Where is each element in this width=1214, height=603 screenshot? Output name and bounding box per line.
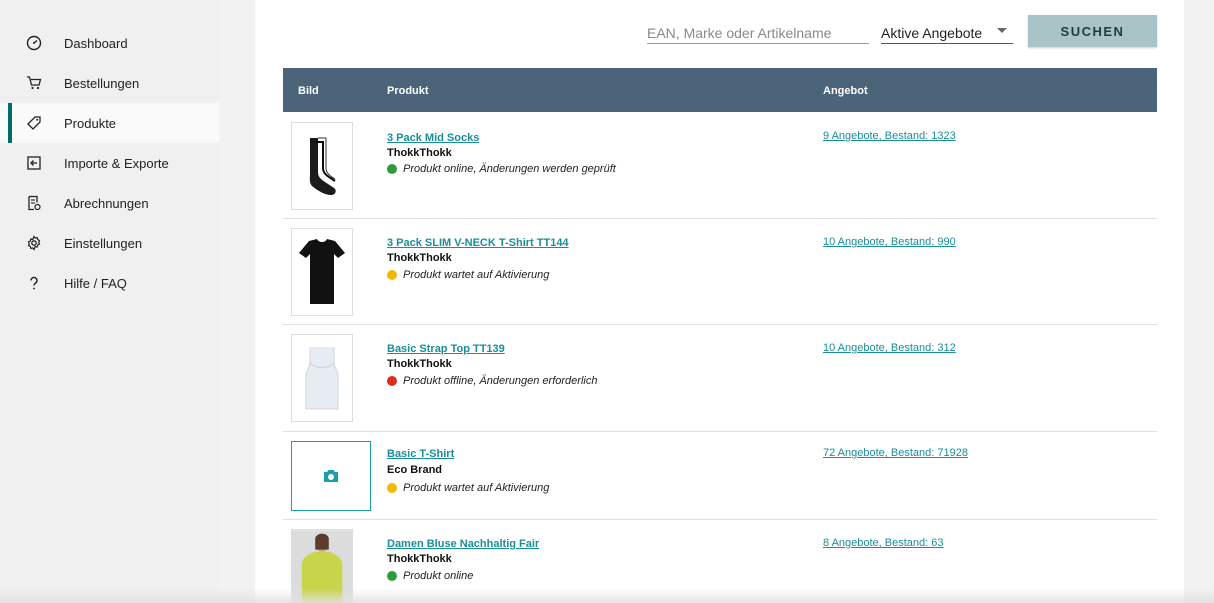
status-text: Produkt online xyxy=(403,570,474,582)
main-content: Aktive Angebote SUCHEN Bild Produkt Ange… xyxy=(255,0,1184,603)
status-dot-icon xyxy=(387,483,397,493)
product-name-link[interactable]: Basic Strap Top TT139 xyxy=(387,343,505,355)
sidebar-item-label: Abrechnungen xyxy=(64,195,149,211)
sidebar-item-abrechnungen[interactable]: Abrechnungen xyxy=(0,183,219,223)
table-header: Bild Produkt Angebot xyxy=(283,68,1157,112)
filter-selected-value: Aktive Angebote xyxy=(881,24,983,41)
column-header-product: Produkt xyxy=(387,85,429,97)
cart-icon xyxy=(26,75,42,91)
status-dot-icon xyxy=(387,270,397,280)
camera-icon xyxy=(324,470,338,482)
sidebar-item-importe-exporte[interactable]: Importe & Exporte xyxy=(0,143,219,183)
product-brand: ThokkThokk xyxy=(387,147,452,159)
product-name-link[interactable]: Damen Bluse Nachhaltig Fair xyxy=(387,538,539,550)
tag-icon xyxy=(26,115,42,131)
import-export-icon xyxy=(26,155,42,171)
gear-icon xyxy=(26,235,42,251)
sidebar-item-label: Importe & Exporte xyxy=(64,155,169,171)
image-placeholder[interactable] xyxy=(291,441,371,511)
column-header-image: Bild xyxy=(298,85,319,97)
sidebar-item-einstellungen[interactable]: Einstellungen xyxy=(0,223,219,263)
chevron-down-icon xyxy=(997,28,1007,33)
search-input[interactable] xyxy=(647,22,869,44)
product-name-link[interactable]: 3 Pack SLIM V-NECK T-Shirt TT144 xyxy=(387,237,569,249)
product-status: Produkt wartet auf Aktivierung xyxy=(387,482,549,494)
status-dot-icon xyxy=(387,571,397,581)
sidebar: Dashboard Bestellungen Produkte Importe … xyxy=(0,0,219,603)
status-dot-icon xyxy=(387,164,397,174)
offer-filter-select[interactable]: Aktive Angebote xyxy=(881,22,1013,44)
column-header-offer: Angebot xyxy=(823,85,868,97)
product-brand: ThokkThokk xyxy=(387,252,452,264)
product-name-link[interactable]: Basic T-Shirt xyxy=(387,448,454,460)
product-brand: Eco Brand xyxy=(387,464,443,476)
tshirt-image xyxy=(299,239,345,304)
table-row[interactable]: 3 Pack Mid Socks ThokkThokk Produkt onli… xyxy=(283,112,1157,219)
strap-top-image xyxy=(305,347,339,410)
sidebar-item-produkte[interactable]: Produkte xyxy=(0,103,219,143)
product-status: Produkt wartet auf Aktivierung xyxy=(387,269,549,281)
sidebar-item-label: Dashboard xyxy=(64,35,128,51)
socks-image xyxy=(309,137,336,195)
offer-link[interactable]: 9 Angebote, Bestand: 1323 xyxy=(823,130,956,142)
status-text: Produkt wartet auf Aktivierung xyxy=(403,269,550,281)
sidebar-item-hilfe-faq[interactable]: Hilfe / FAQ xyxy=(0,263,219,303)
product-status: Produkt online xyxy=(387,570,473,582)
table-row[interactable]: Basic Strap Top TT139 ThokkThokk Produkt… xyxy=(283,325,1157,432)
search-button[interactable]: SUCHEN xyxy=(1028,15,1157,47)
sidebar-item-bestellungen[interactable]: Bestellungen xyxy=(0,63,219,103)
offer-link[interactable]: 72 Angebote, Bestand: 71928 xyxy=(823,447,968,459)
product-brand: ThokkThokk xyxy=(387,358,452,370)
invoice-icon xyxy=(26,195,42,211)
status-dot-icon xyxy=(387,376,397,386)
product-image[interactable] xyxy=(291,228,353,316)
table-row[interactable]: Basic T-Shirt Eco Brand Produkt wartet a… xyxy=(283,432,1157,520)
sidebar-item-label: Einstellungen xyxy=(64,235,143,251)
status-text: Produkt online, Änderungen werden geprüf… xyxy=(403,163,616,175)
bottom-shadow xyxy=(0,588,1214,603)
product-image[interactable] xyxy=(291,122,353,210)
product-name-link[interactable]: 3 Pack Mid Socks xyxy=(387,132,479,144)
sidebar-item-label: Hilfe / FAQ xyxy=(64,275,127,291)
sidebar-item-label: Produkte xyxy=(64,115,117,131)
status-text: Produkt offline, Änderungen erforderlich xyxy=(403,375,598,387)
product-image[interactable] xyxy=(291,334,353,422)
dashboard-gauge-icon xyxy=(26,35,42,51)
offer-link[interactable]: 10 Angebote, Bestand: 990 xyxy=(823,236,956,248)
table-row[interactable]: 3 Pack SLIM V-NECK T-Shirt TT144 ThokkTh… xyxy=(283,219,1157,325)
offer-link[interactable]: 10 Angebote, Bestand: 312 xyxy=(823,342,956,354)
offer-link[interactable]: 8 Angebote, Bestand: 63 xyxy=(823,537,944,549)
product-brand: ThokkThokk xyxy=(387,553,452,565)
sidebar-item-label: Bestellungen xyxy=(64,75,140,91)
sidebar-item-dashboard[interactable]: Dashboard xyxy=(0,23,219,63)
question-icon xyxy=(26,275,42,291)
status-text: Produkt wartet auf Aktivierung xyxy=(403,482,550,494)
product-status: Produkt offline, Änderungen erforderlich xyxy=(387,375,597,387)
right-gutter xyxy=(1184,0,1214,603)
product-status: Produkt online, Änderungen werden geprüf… xyxy=(387,163,616,175)
